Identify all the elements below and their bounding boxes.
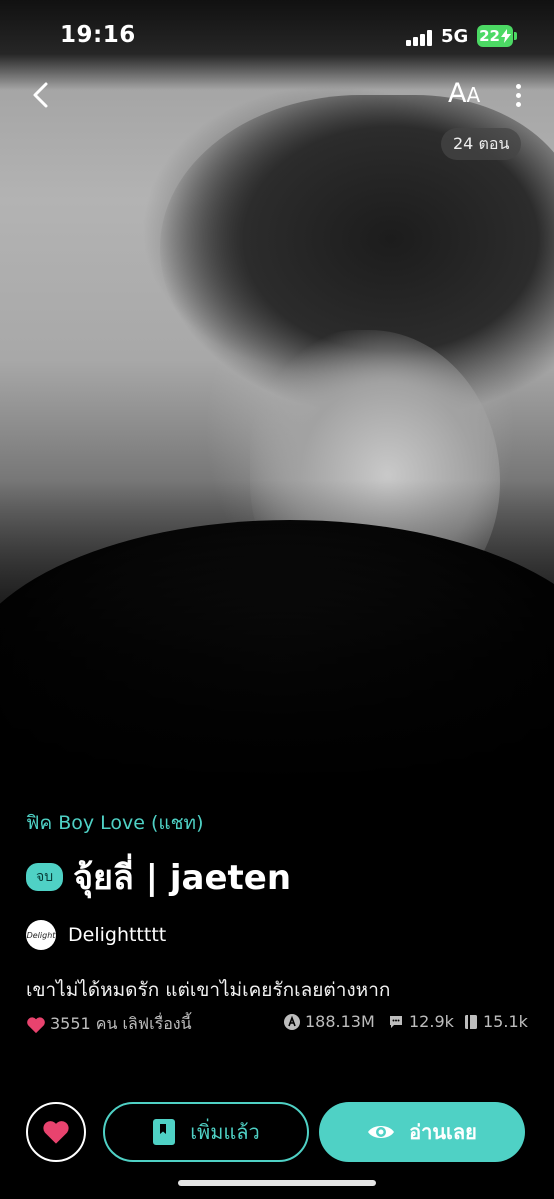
comment-icon xyxy=(390,1015,402,1028)
bookmark-book-icon xyxy=(153,1119,176,1145)
home-indicator[interactable] xyxy=(178,1180,376,1186)
comments-stat: 12.9k xyxy=(388,1012,454,1031)
status-time: 19:16 xyxy=(60,22,136,48)
font-size-button[interactable]: AA xyxy=(448,78,480,109)
font-size-label: A xyxy=(448,78,467,109)
heart-icon xyxy=(43,1121,69,1144)
font-size-label-small: A xyxy=(466,83,481,107)
heart-icon xyxy=(27,1016,45,1033)
eye-icon xyxy=(368,1126,395,1138)
story-title: จุ้ยลี่ | jaeten xyxy=(73,858,292,898)
status-bar: 19:16 5G 22 xyxy=(0,0,554,74)
avatar: Delight xyxy=(26,920,56,950)
title-row: จบ จุ้ยลี่ | jaeten xyxy=(26,850,291,904)
read-label: อ่านเลย xyxy=(409,1120,477,1144)
bookmarks-count: 15.1k xyxy=(483,1012,528,1031)
signal-icon xyxy=(406,30,434,46)
battery-icon: 22 xyxy=(477,25,513,47)
added-to-library-button[interactable]: เพิ่มแล้ว xyxy=(103,1102,309,1162)
status-badge: จบ xyxy=(26,863,64,891)
network-label: 5G xyxy=(441,26,469,47)
favorite-button[interactable] xyxy=(26,1102,86,1162)
battery-level: 22 xyxy=(479,27,500,45)
chevron-left-icon xyxy=(33,82,48,108)
likes-stat: 3551 คน เลิฟเรื่องนี้ xyxy=(26,1012,192,1037)
added-label: เพิ่มแล้ว xyxy=(190,1120,260,1144)
vertical-dots-icon xyxy=(508,84,528,107)
bookmarks-stat: 15.1k xyxy=(464,1012,528,1031)
read-now-button[interactable]: อ่านเลย xyxy=(319,1102,525,1162)
comments-count: 12.9k xyxy=(409,1012,454,1031)
views-count: 188.13M xyxy=(305,1012,375,1031)
genre-label[interactable]: ฟิค Boy Love (แชท) xyxy=(26,808,204,838)
synopsis: เขาไม่ได้หมดรัก แต่เขาไม่เคยรักเลยต่างหา… xyxy=(26,979,391,1001)
more-options-button[interactable] xyxy=(508,80,528,110)
book-icon xyxy=(465,1014,477,1029)
views-stat: 188.13M xyxy=(284,1012,375,1031)
stats-row: 3551 คน เลิฟเรื่องนี้ 188.13M 12.9k 15.1… xyxy=(26,1012,528,1036)
author-row[interactable]: Delight Delighttttt xyxy=(26,920,166,950)
cover-image xyxy=(0,0,554,800)
author-name: Delighttttt xyxy=(68,924,167,946)
likes-text: 3551 คน เลิฟเรื่องนี้ xyxy=(50,1014,192,1033)
episode-count-badge: 24 ตอน xyxy=(441,128,522,160)
views-icon xyxy=(284,1013,300,1030)
back-button[interactable] xyxy=(26,78,56,112)
